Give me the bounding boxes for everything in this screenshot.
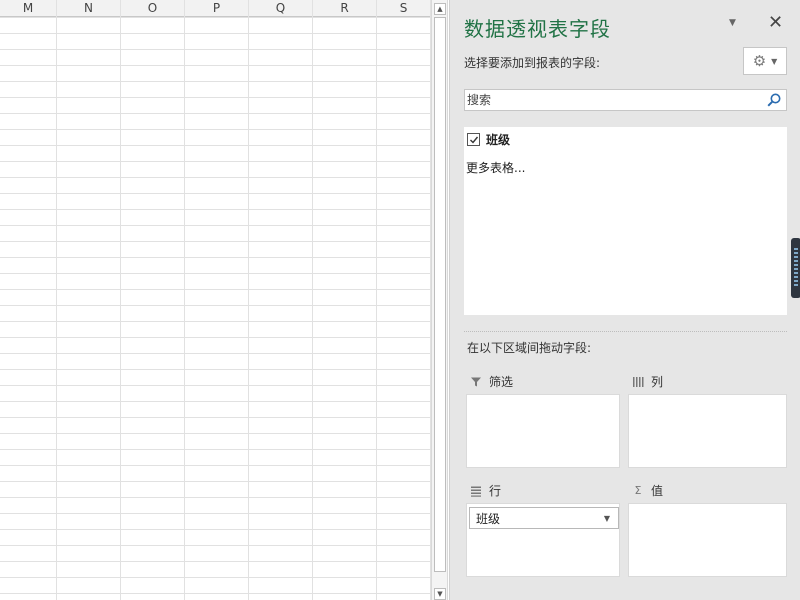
column-gridline: [376, 0, 377, 600]
scroll-up-button[interactable]: ▲: [434, 3, 446, 15]
columns-icon: [633, 376, 644, 387]
columns-area-label: 列: [651, 375, 664, 389]
column-header-s[interactable]: S: [377, 0, 431, 17]
filter-area-header: 筛选: [470, 373, 513, 390]
pivottable-fields-pane: 数据透视表字段 ▼ ✕ 选择要添加到报表的字段: ⚙ ▼ 班级 更多表格... …: [449, 0, 800, 600]
field-label: 班级: [486, 132, 511, 147]
values-area-header: Σ 值: [632, 482, 664, 499]
column-header-m[interactable]: M: [0, 0, 57, 17]
section-divider[interactable]: [464, 331, 787, 332]
columns-area-header: 列: [632, 373, 663, 390]
worksheet-grid[interactable]: M N O P Q R S: [0, 0, 431, 600]
column-header-p[interactable]: P: [185, 0, 249, 17]
column-gridline: [184, 0, 185, 600]
more-tables-link[interactable]: 更多表格...: [466, 159, 525, 176]
checkmark-icon: [470, 136, 479, 144]
search-icon[interactable]: [766, 92, 782, 108]
scroll-down-button[interactable]: ▼: [434, 588, 446, 600]
tools-button[interactable]: ⚙ ▼: [743, 47, 787, 75]
rows-area-label: 行: [489, 484, 502, 498]
filter-icon: [471, 377, 481, 386]
column-header-r[interactable]: R: [313, 0, 377, 17]
pane-resize-handle[interactable]: [791, 238, 800, 298]
column-gridline: [56, 0, 57, 600]
choose-fields-label: 选择要添加到报表的字段:: [464, 56, 601, 70]
columns-drop-zone[interactable]: [628, 394, 787, 468]
values-area-label: 值: [651, 484, 664, 498]
gear-icon: ⚙: [752, 52, 767, 70]
filter-drop-zone[interactable]: [466, 394, 620, 468]
search-input[interactable]: [467, 91, 762, 109]
filter-area-label: 筛选: [489, 375, 514, 389]
cell-grid[interactable]: [0, 17, 431, 600]
field-item-class[interactable]: 班级: [467, 130, 510, 148]
column-header-o[interactable]: O: [121, 0, 185, 17]
column-header-n[interactable]: N: [57, 0, 121, 17]
search-box[interactable]: [464, 89, 787, 111]
rows-area-header: 行: [470, 482, 501, 499]
chevron-down-icon: ▼: [771, 56, 778, 66]
values-drop-zone[interactable]: [628, 503, 787, 577]
grip-icon: [794, 248, 798, 288]
pane-options-chevron-down-icon[interactable]: ▼: [729, 18, 736, 28]
rows-drop-zone[interactable]: 班级 ▼: [466, 503, 620, 577]
close-icon[interactable]: ✕: [768, 12, 783, 33]
rows-icon: [471, 486, 481, 497]
field-list: 班级 更多表格...: [464, 127, 787, 315]
drag-fields-label: 在以下区域间拖动字段:: [467, 341, 592, 355]
pane-title: 数据透视表字段: [464, 17, 611, 41]
column-headers: M N O P Q R S: [0, 0, 431, 17]
row-field-item[interactable]: 班级 ▼: [469, 507, 619, 529]
vertical-scrollbar[interactable]: ▲ ▼: [431, 0, 448, 600]
scroll-thumb[interactable]: [434, 17, 446, 572]
row-field-label: 班级: [476, 511, 501, 526]
field-checkbox[interactable]: [467, 132, 480, 146]
column-header-q[interactable]: Q: [249, 0, 313, 17]
column-gridline: [120, 0, 121, 600]
column-gridline: [312, 0, 313, 600]
chevron-down-icon[interactable]: ▼: [604, 514, 610, 523]
column-gridline: [248, 0, 249, 600]
sigma-icon: Σ: [634, 484, 642, 497]
